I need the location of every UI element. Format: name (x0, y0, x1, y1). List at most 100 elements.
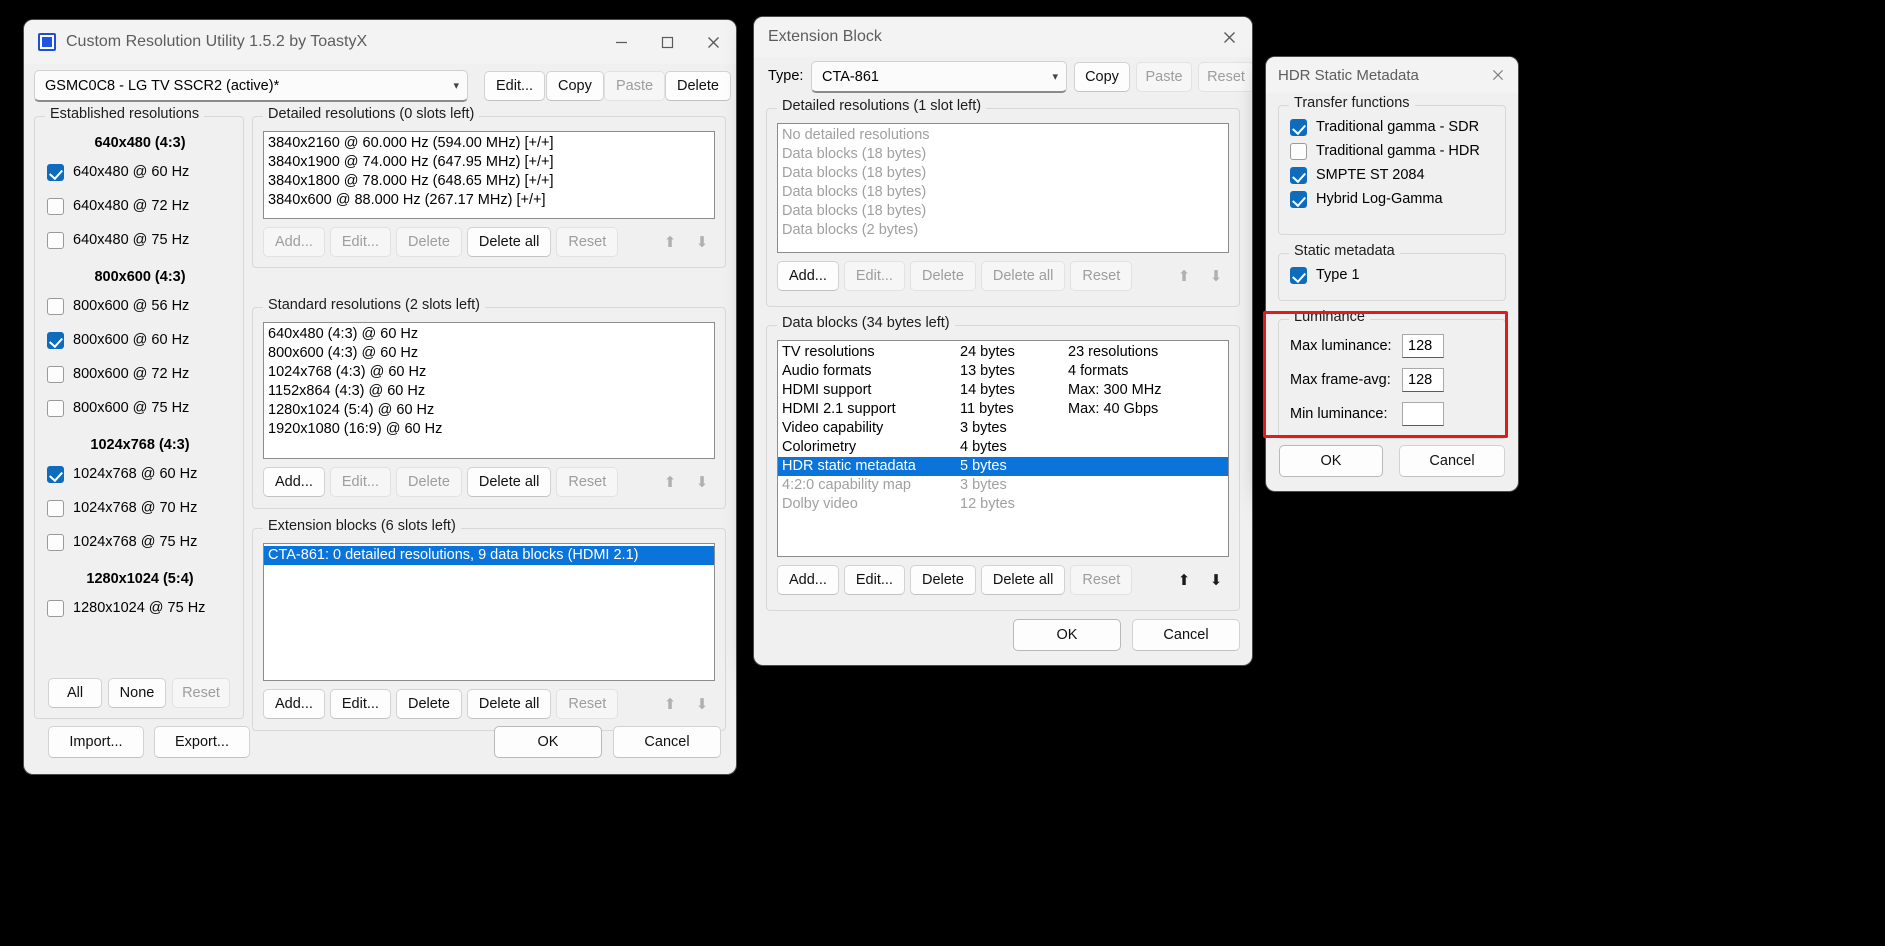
list-item[interactable]: 3840x600 @ 88.000 Hz (267.17 MHz) [+/+] (264, 191, 714, 210)
arrow-up-icon[interactable]: ⬆ (1169, 565, 1199, 595)
min-luminance-input[interactable] (1402, 402, 1444, 426)
checkbox-1280x1024-75[interactable]: 1280x1024 @ 75 Hz (47, 595, 233, 621)
ext-detailed-add-button[interactable]: Add... (777, 261, 839, 291)
ext-ok-button[interactable]: OK (1013, 619, 1121, 651)
established-none-button[interactable]: None (108, 678, 166, 708)
checkbox-traditional-gamma-hdr[interactable]: Traditional gamma - HDR (1290, 139, 1480, 163)
copy-button[interactable]: Copy (546, 71, 604, 101)
hdr-ok-button[interactable]: OK (1279, 445, 1383, 477)
table-row[interactable]: HDMI 2.1 support 11 bytes Max: 40 Gbps (778, 400, 1228, 419)
checkbox-640x480-75[interactable]: 640x480 @ 75 Hz (47, 227, 233, 253)
list-item[interactable]: 1920x1080 (16:9) @ 60 Hz (264, 420, 714, 439)
checkbox-800x600-75[interactable]: 800x600 @ 75 Hz (47, 395, 233, 421)
edit-button[interactable]: Edit... (484, 71, 546, 101)
table-row[interactable]: TV resolutions 24 bytes 23 resolutions (778, 343, 1228, 362)
data-blocks-list[interactable]: TV resolutions 24 bytes 23 resolutions A… (777, 340, 1229, 557)
maximize-icon[interactable] (644, 20, 690, 64)
arrow-down-icon[interactable]: ⬇ (1201, 261, 1231, 291)
close-icon[interactable] (1206, 17, 1252, 57)
established-all-button[interactable]: All (48, 678, 102, 708)
export-button[interactable]: Export... (154, 726, 250, 758)
extension-add-button[interactable]: Add... (263, 689, 325, 719)
checkbox-1024x768-60[interactable]: 1024x768 @ 60 Hz (47, 461, 233, 487)
checkbox-smpte-st-2084[interactable]: SMPTE ST 2084 (1290, 163, 1480, 187)
list-item[interactable]: 800x600 (4:3) @ 60 Hz (264, 344, 714, 363)
checkbox-800x600-56[interactable]: 800x600 @ 56 Hz (47, 293, 233, 319)
close-icon[interactable] (1478, 57, 1518, 93)
checkbox-1024x768-75[interactable]: 1024x768 @ 75 Hz (47, 529, 233, 555)
max-frame-avg-input[interactable]: 128 (1402, 368, 1444, 392)
monitor-select[interactable]: GSMC0C8 - LG TV SSCR2 (active)* ▾ (34, 70, 468, 102)
delete-button[interactable]: Delete (665, 71, 731, 101)
hdr-titlebar[interactable]: HDR Static Metadata (1266, 57, 1518, 93)
list-item[interactable]: 1280x1024 (5:4) @ 60 Hz (264, 401, 714, 420)
table-row[interactable]: HDMI support 14 bytes Max: 300 MHz (778, 381, 1228, 400)
luminance-group: Luminance Max luminance: 128 Max frame-a… (1278, 309, 1506, 439)
extension-blocks-list[interactable]: CTA-861: 0 detailed resolutions, 9 data … (263, 543, 715, 681)
list-item[interactable]: CTA-861: 0 detailed resolutions, 9 data … (264, 546, 714, 565)
checkbox-1024x768-70[interactable]: 1024x768 @ 70 Hz (47, 495, 233, 521)
hdr-cancel-button[interactable]: Cancel (1399, 445, 1505, 477)
max-luminance-input[interactable]: 128 (1402, 334, 1444, 358)
checkbox-640x480-60[interactable]: 640x480 @ 60 Hz (47, 159, 233, 185)
cancel-button[interactable]: Cancel (613, 726, 721, 758)
ext-detailed-list[interactable]: No detailed resolutions Data blocks (18 … (777, 123, 1229, 253)
checkbox-640x480-72[interactable]: 640x480 @ 72 Hz (47, 193, 233, 219)
db-delete-all-button[interactable]: Delete all (980, 565, 1066, 595)
list-item[interactable]: Data blocks (2 bytes) (778, 221, 1228, 240)
db-delete-button[interactable]: Delete (909, 565, 976, 595)
db-edit-button[interactable]: Edit... (843, 565, 905, 595)
checkbox-traditional-gamma-sdr[interactable]: Traditional gamma - SDR (1290, 115, 1480, 139)
ext-cancel-button[interactable]: Cancel (1132, 619, 1240, 651)
standard-add-button[interactable]: Add... (263, 467, 325, 497)
arrow-up-icon[interactable]: ⬆ (655, 227, 685, 257)
list-item[interactable]: 3840x1800 @ 78.000 Hz (648.65 MHz) [+/+] (264, 172, 714, 191)
ext-copy-button[interactable]: Copy (1074, 62, 1130, 92)
arrow-down-icon[interactable]: ⬇ (687, 227, 717, 257)
standard-delete-all-button[interactable]: Delete all (466, 467, 552, 497)
detailed-resolutions-list[interactable]: 3840x2160 @ 60.000 Hz (594.00 MHz) [+/+]… (263, 131, 715, 219)
arrow-down-icon[interactable]: ⬇ (1201, 565, 1231, 595)
type-select[interactable]: CTA-861 ▾ (811, 61, 1067, 93)
import-button[interactable]: Import... (48, 726, 144, 758)
list-item[interactable]: 1024x768 (4:3) @ 60 Hz (264, 363, 714, 382)
close-icon[interactable] (690, 20, 736, 64)
extension-delete-button[interactable]: Delete (395, 689, 462, 719)
standard-resolutions-list[interactable]: 640x480 (4:3) @ 60 Hz 800x600 (4:3) @ 60… (263, 322, 715, 459)
arrow-down-icon[interactable]: ⬇ (687, 689, 717, 719)
arrow-up-icon[interactable]: ⬆ (655, 689, 685, 719)
minimize-icon[interactable] (598, 20, 644, 64)
list-item[interactable]: No detailed resolutions (778, 126, 1228, 145)
list-item[interactable]: Data blocks (18 bytes) (778, 183, 1228, 202)
list-item[interactable]: 1152x864 (4:3) @ 60 Hz (264, 382, 714, 401)
table-row[interactable]: Video capability 3 bytes (778, 419, 1228, 438)
ext-detailed-delete-all-button: Delete all (980, 261, 1066, 291)
checkbox-800x600-60[interactable]: 800x600 @ 60 Hz (47, 327, 233, 353)
db-add-button[interactable]: Add... (777, 565, 839, 595)
list-item[interactable]: Data blocks (18 bytes) (778, 164, 1228, 183)
arrow-down-icon[interactable]: ⬇ (687, 467, 717, 497)
table-row[interactable]: Dolby video 12 bytes (778, 495, 1228, 514)
table-row[interactable]: Colorimetry 4 bytes (778, 438, 1228, 457)
list-item[interactable]: 640x480 (4:3) @ 60 Hz (264, 325, 714, 344)
checkbox-type-1[interactable]: Type 1 (1290, 263, 1360, 287)
detailed-delete-all-button[interactable]: Delete all (466, 227, 552, 257)
arrow-up-icon[interactable]: ⬆ (1169, 261, 1199, 291)
block-size: 3 bytes (960, 477, 1007, 493)
list-item[interactable]: Data blocks (18 bytes) (778, 202, 1228, 221)
luminance-label: Luminance (1289, 309, 1370, 325)
list-item[interactable]: 3840x1900 @ 74.000 Hz (647.95 MHz) [+/+] (264, 153, 714, 172)
table-row[interactable]: 4:2:0 capability map 3 bytes (778, 476, 1228, 495)
table-row[interactable]: Audio formats 13 bytes 4 formats (778, 362, 1228, 381)
ok-button[interactable]: OK (494, 726, 602, 758)
list-item[interactable]: Data blocks (18 bytes) (778, 145, 1228, 164)
arrow-up-icon[interactable]: ⬆ (655, 467, 685, 497)
checkbox-800x600-72[interactable]: 800x600 @ 72 Hz (47, 361, 233, 387)
extension-edit-button[interactable]: Edit... (329, 689, 391, 719)
extension-delete-all-button[interactable]: Delete all (466, 689, 552, 719)
checkbox-hybrid-log-gamma[interactable]: Hybrid Log-Gamma (1290, 187, 1480, 211)
extension-block-titlebar[interactable]: Extension Block (754, 17, 1252, 57)
main-titlebar[interactable]: Custom Resolution Utility 1.5.2 by Toast… (24, 20, 736, 64)
table-row[interactable]: HDR static metadata 5 bytes (778, 457, 1228, 476)
list-item[interactable]: 3840x2160 @ 60.000 Hz (594.00 MHz) [+/+] (264, 134, 714, 153)
